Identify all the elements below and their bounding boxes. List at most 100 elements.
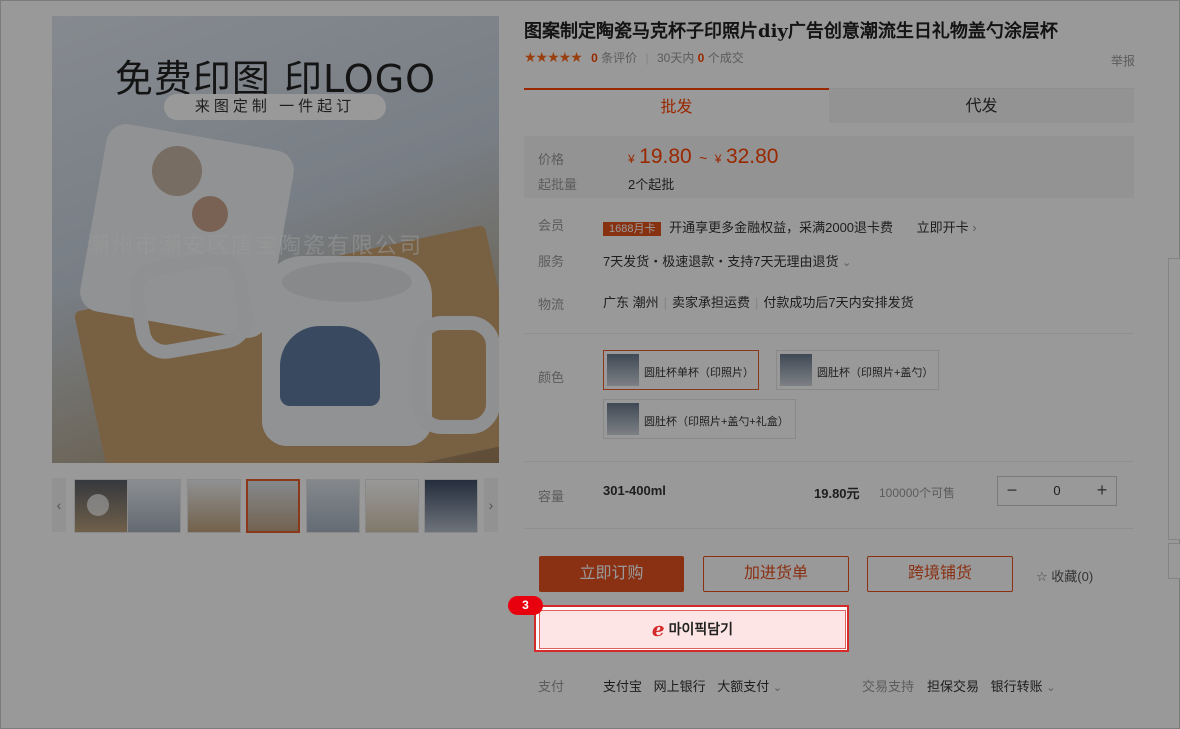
main-product-image[interactable]: 免费印图 印LOGO 来图定制 一件起订 潮州市潮安区唐宝陶瓷有限公司 [52, 16, 499, 463]
ship-time: 付款成功后7天内安排发货 [763, 295, 914, 310]
service-text: 7天发货・极速退款・支持7天无理由退货 [603, 254, 839, 269]
service-label: 服务 [538, 254, 565, 269]
currency-symbol-2: ¥ [714, 152, 722, 166]
thumbnail-5[interactable] [365, 479, 419, 533]
period-label: 30天内 [656, 51, 695, 65]
trade-bank-transfer[interactable]: 银行转账 ⌄ [991, 679, 1056, 694]
thumbnail-2[interactable] [187, 479, 241, 533]
member-label: 会员 [538, 218, 565, 233]
thumbnail-4[interactable] [306, 479, 360, 533]
chevron-left-icon: ‹ [56, 497, 62, 513]
chevron-down-icon: ⌄ [1046, 682, 1056, 694]
divider [524, 333, 1134, 334]
star-outline-icon: ☆ [1036, 569, 1048, 584]
vip-card-badge: 1688月卡 [603, 222, 662, 236]
trade-support-label: 交易支持 [862, 679, 915, 694]
play-icon [87, 494, 109, 516]
chevron-down-icon: ⌄ [772, 682, 783, 694]
payment-method-alipay: 支付宝 [603, 679, 643, 694]
tab-wholesale[interactable]: 批发 [524, 88, 829, 124]
sku-thumbnail [780, 354, 812, 386]
mypick-save-button[interactable]: e 마이픽담기 [539, 610, 846, 649]
thumbnail-3-selected[interactable] [246, 479, 300, 533]
mug-rim [282, 262, 412, 302]
payment-method-bank: 网上银行 [653, 679, 706, 694]
trade-guarantee: 担保交易 [927, 679, 980, 694]
thumbnail-video[interactable] [74, 479, 128, 533]
open-card-link[interactable]: 立即开卡 › [917, 220, 977, 235]
side-toolbar[interactable] [1168, 258, 1180, 540]
purchase-mode-tabs: 批发 代发 [524, 88, 1134, 124]
deal-label: 个成交 [707, 51, 744, 65]
chevron-down-icon: ⌄ [842, 257, 852, 269]
color-option-2[interactable]: 圆肚杯（印照片+盖勺） [776, 350, 939, 390]
payment-method-large[interactable]: 大额支付 ⌄ [717, 679, 782, 694]
price-min: 19.80 [639, 145, 692, 168]
member-benefit-text: 开通享更多金融权益，采满2000退卡费 [669, 220, 894, 235]
mypick-highlight-frame: e 마이픽담기 [534, 605, 849, 652]
logistics-label: 物流 [538, 297, 565, 312]
promo-subline: 来图定制 一件起订 [164, 94, 386, 120]
price-range-separator: ~ [699, 150, 708, 166]
quantity-stepper: − 0 + [997, 476, 1117, 506]
favorite-button[interactable]: ☆ 收藏(0) [1036, 566, 1093, 585]
thumbnail-1[interactable] [127, 479, 181, 533]
capacity-stock: 100000个可售 [879, 486, 956, 500]
deal-count: 0 [697, 51, 705, 65]
buy-now-button[interactable]: 立即订购 [539, 556, 684, 592]
sku-thumbnail [607, 354, 639, 386]
capacity-price: 19.80元 [814, 486, 860, 501]
side-toolbar-button[interactable] [1168, 543, 1180, 579]
divider: | [645, 51, 649, 65]
sku-thumbnail [607, 403, 639, 435]
color-option-1[interactable]: 圆肚杯单杯（印照片） [603, 350, 759, 390]
chevron-right-icon: › [972, 220, 977, 235]
review-count[interactable]: 0 [591, 51, 598, 65]
thumbnail-strip: ‹ › [52, 478, 499, 534]
color-option-label: 圆肚杯（印照片+盖勺+礼盒） [644, 416, 789, 428]
service-row[interactable]: 7天发货・极速退款・支持7天无理由退货 ⌄ [603, 251, 851, 270]
couple-illustration [152, 146, 202, 196]
moq-label: 起批量 [538, 177, 578, 192]
moq-value: 2个起批 [628, 177, 675, 192]
quantity-input[interactable]: 0 [1026, 477, 1088, 505]
trade-support-items: 担保交易 银行转账 ⌄ [927, 676, 1056, 695]
divider [524, 461, 1134, 462]
thumbnail-6[interactable] [424, 479, 478, 533]
divider [524, 528, 1134, 529]
add-to-cart-button[interactable]: 加进货单 [703, 556, 849, 592]
color-label: 颜色 [538, 370, 565, 385]
payment-methods: 支付宝 网上银行 大额支付 ⌄ [603, 676, 782, 695]
ship-origin: 广东 潮州 [603, 295, 659, 310]
plus-button[interactable]: + [1088, 477, 1116, 505]
minus-button[interactable]: − [998, 477, 1026, 505]
chevron-right-icon: › [488, 497, 494, 513]
thumb-next-button[interactable]: › [484, 478, 498, 532]
color-option-3[interactable]: 圆肚杯（印照片+盖勺+礼盒） [603, 399, 796, 439]
product-title: 图案制定陶瓷马克杯子印照片diy广告创意潮流生日礼物盖勺涂层杯 [524, 21, 1058, 42]
logistics-row: 广东 潮州 | 卖家承担运费 | 付款成功后7天内安排发货 [603, 295, 914, 310]
mypick-label: 마이픽담기 [668, 622, 734, 638]
favorite-label: 收藏(0) [1051, 569, 1094, 584]
shipping-fee: 卖家承担运费 [672, 295, 751, 310]
step-badge: 3 [508, 596, 543, 615]
e-logo-icon: e [651, 617, 665, 641]
color-option-label: 圆肚杯单杯（印照片） [644, 367, 754, 379]
report-link[interactable]: 举报 [1111, 52, 1135, 69]
currency-symbol: ¥ [628, 152, 635, 166]
cross-border-button[interactable]: 跨境铺货 [867, 556, 1013, 592]
price-max: 32.80 [725, 145, 779, 168]
tab-dropship[interactable]: 代发 [829, 88, 1134, 123]
rating-row: ★★★★★ 0 条评价 | 30天内 0 个成交 [524, 49, 744, 66]
watermark-text: 潮州市潮安区唐宝陶瓷有限公司 [87, 233, 424, 258]
mug-front-handle [412, 316, 499, 434]
payment-label: 支付 [538, 679, 565, 694]
couple-illustration-2 [192, 196, 228, 232]
review-label: 条评价 [601, 51, 638, 65]
price-label: 价格 [538, 152, 565, 167]
member-row: 1688月卡 开通享更多金融权益，采满2000退卡费 立即开卡 › [603, 217, 977, 236]
price-range: ¥ 19.80 ~ ¥ 32.80 [628, 145, 779, 169]
thumb-prev-button[interactable]: ‹ [52, 478, 66, 532]
capacity-label: 容量 [538, 489, 565, 504]
capacity-value: 301-400ml [603, 483, 666, 498]
